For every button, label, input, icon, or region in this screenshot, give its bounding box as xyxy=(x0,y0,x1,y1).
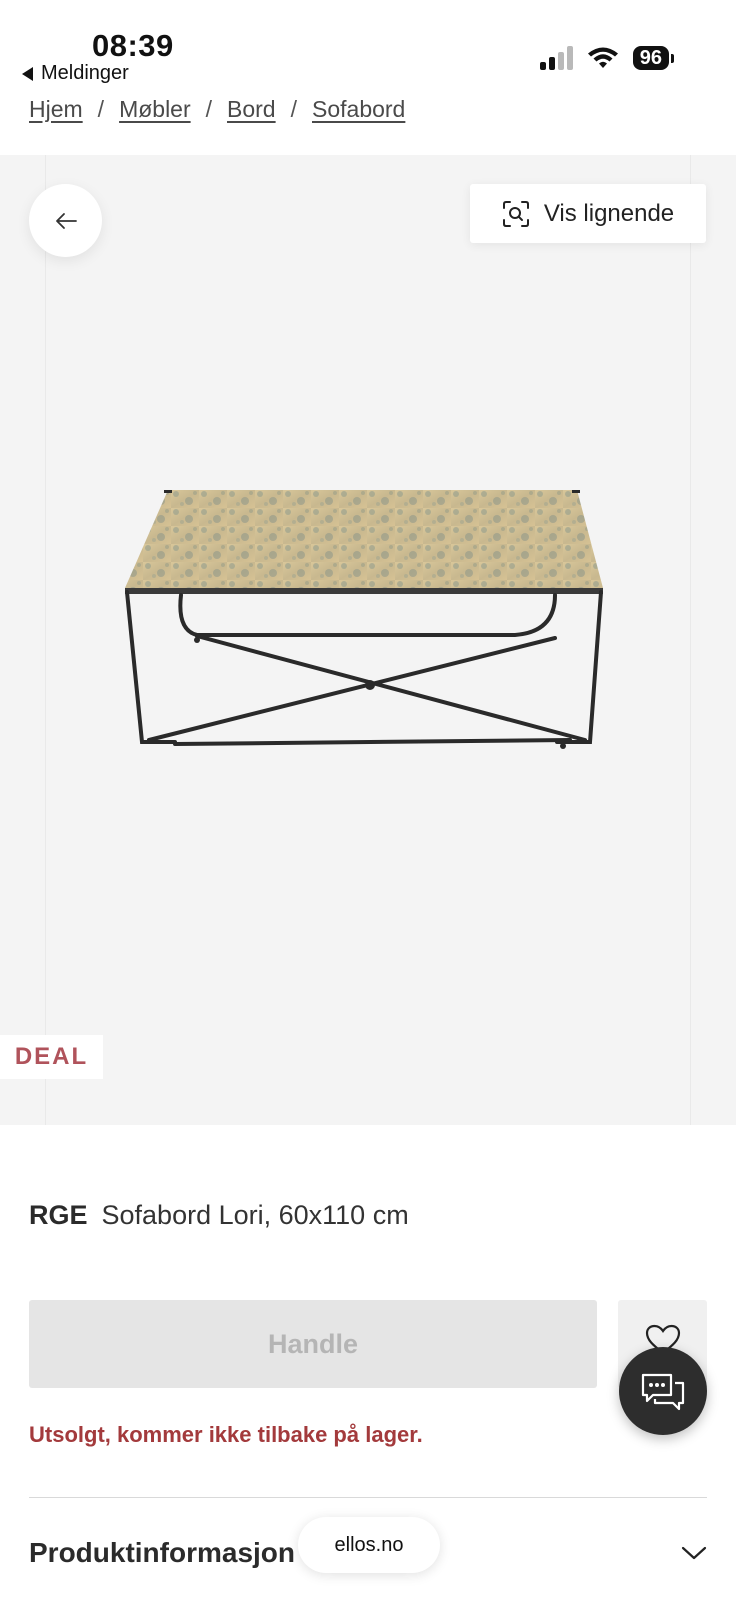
breadcrumb-separator: / xyxy=(290,95,297,122)
show-similar-button[interactable]: Vis lignende xyxy=(470,184,706,243)
back-app-label: Meldinger xyxy=(41,62,129,84)
back-button[interactable] xyxy=(29,184,102,257)
stock-status: Utsolgt, kommer ikke tilbake på lager. xyxy=(29,1422,423,1447)
deal-badge: DEAL xyxy=(0,1035,103,1079)
breadcrumb-tables[interactable]: Bord xyxy=(227,96,276,123)
status-bar: 08:39 Meldinger 96 xyxy=(0,0,736,92)
browser-url-pill[interactable]: ellos.no xyxy=(298,1517,440,1573)
product-info-label: Produktinformasjon xyxy=(29,1537,296,1568)
product-gallery[interactable]: Vis lignende DEAL xyxy=(0,155,736,1125)
wifi-icon xyxy=(587,47,618,68)
gallery-edge-left xyxy=(45,155,46,1125)
product-title: RGE Sofabord Lori, 60x110 cm xyxy=(29,1200,409,1231)
back-triangle-icon xyxy=(22,66,33,81)
product-brand: RGE xyxy=(29,1200,88,1230)
breadcrumb-separator: / xyxy=(97,95,105,122)
breadcrumb-home[interactable]: Hjem xyxy=(29,96,83,123)
divider xyxy=(29,1497,707,1498)
breadcrumb-separator: / xyxy=(205,95,213,122)
signal-icon xyxy=(539,46,573,70)
product-name: Sofabord Lori, 60x110 cm xyxy=(101,1200,409,1230)
show-similar-label: Vis lignende xyxy=(543,199,675,227)
visual-search-icon xyxy=(502,200,529,227)
buy-button[interactable]: Handle xyxy=(29,1300,597,1388)
product-image xyxy=(125,490,603,749)
arrow-left-icon xyxy=(55,212,77,229)
battery-icon: 96 xyxy=(632,46,674,70)
breadcrumb-furniture[interactable]: Møbler xyxy=(119,96,191,123)
battery-level: 96 xyxy=(632,46,669,70)
chat-icon xyxy=(641,1373,685,1411)
back-to-app-link[interactable]: Meldinger xyxy=(22,62,129,85)
clock: 08:39 xyxy=(92,28,174,63)
breadcrumb-coffee-tables[interactable]: Sofabord xyxy=(312,96,405,123)
breadcrumb: Hjem / Møbler / Bord / Sofabord xyxy=(29,92,405,126)
chevron-down-icon xyxy=(681,1546,707,1560)
status-icons: 96 xyxy=(539,46,674,70)
gallery-edge-right xyxy=(690,155,691,1125)
chat-button[interactable] xyxy=(619,1347,707,1435)
